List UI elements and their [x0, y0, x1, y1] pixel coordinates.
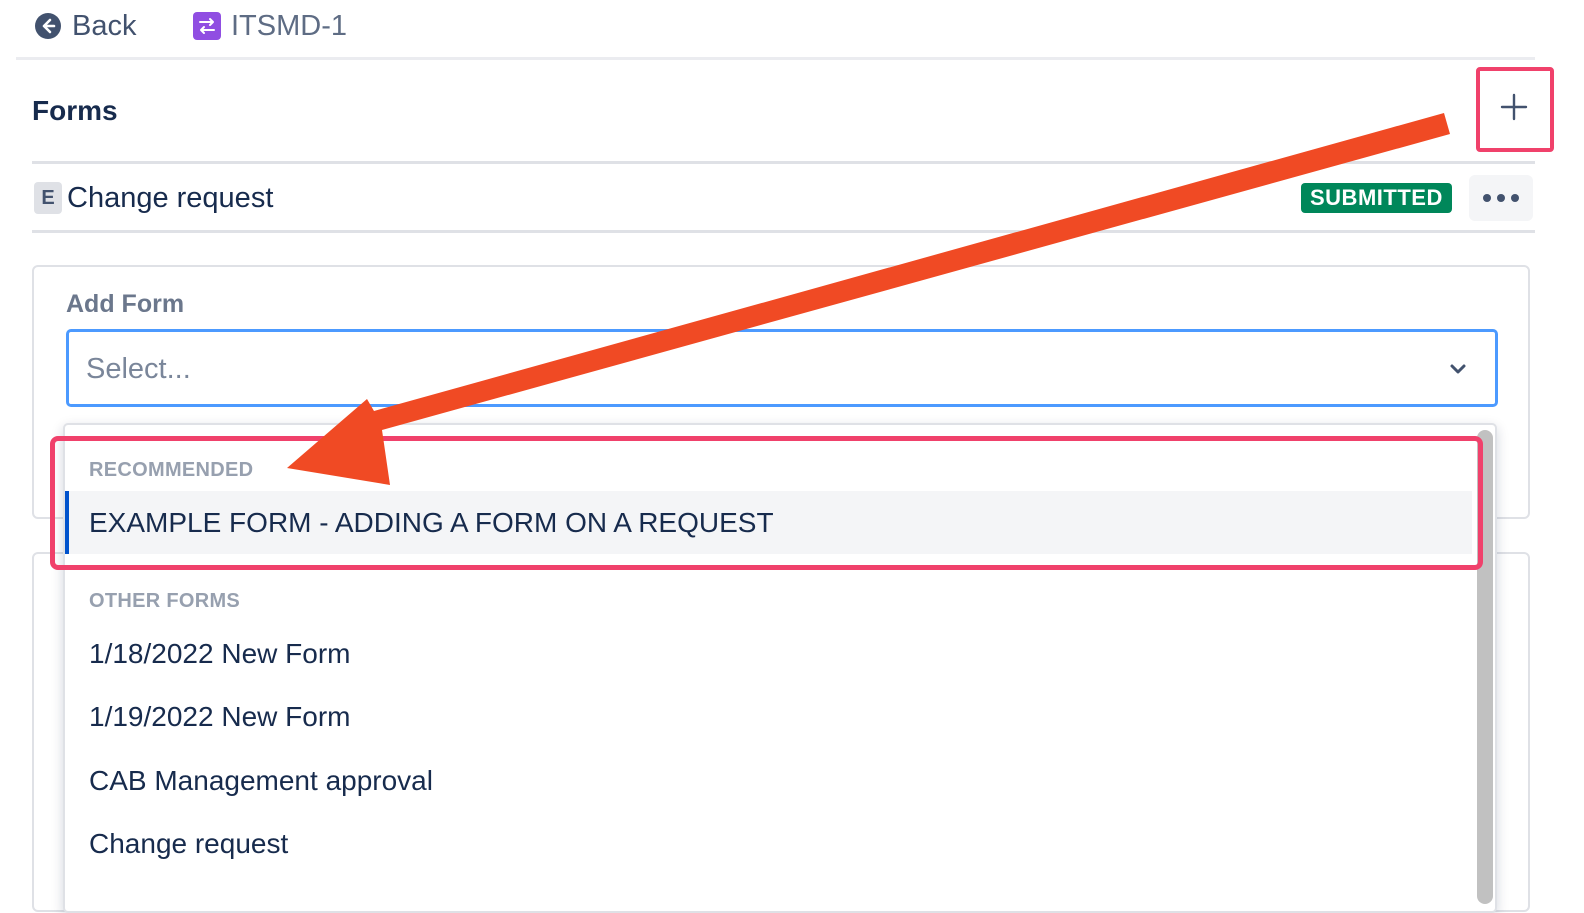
- form-letter-badge: E: [34, 182, 62, 214]
- other-forms-heading: OTHER FORMS: [89, 590, 241, 612]
- option-cab-management-approval[interactable]: CAB Management approval: [89, 764, 433, 798]
- forms-section-title: Forms: [32, 95, 118, 126]
- menu-scrollbar[interactable]: [1477, 430, 1493, 904]
- option-new-form-0119[interactable]: 1/19/2022 New Form: [89, 700, 350, 734]
- forms-divider: [32, 161, 1535, 164]
- row-divider: [32, 230, 1535, 233]
- option-new-form-0118[interactable]: 1/18/2022 New Form: [89, 637, 350, 671]
- select-placeholder: Select...: [86, 353, 191, 385]
- recommended-heading: RECOMMENDED: [89, 459, 254, 481]
- option-example-form[interactable]: EXAMPLE FORM - ADDING A FORM ON A REQUES…: [89, 506, 774, 540]
- change-issue-type-icon: [193, 12, 221, 40]
- attached-form-name[interactable]: Change request: [67, 180, 273, 216]
- more-actions-button[interactable]: [1469, 175, 1533, 221]
- status-badge: SUBMITTED: [1301, 183, 1452, 213]
- more-icon: [1483, 194, 1491, 202]
- issue-key-link[interactable]: ITSMD-1: [231, 8, 347, 44]
- option-change-request[interactable]: Change request: [89, 827, 288, 861]
- highlighted-option-accent: [65, 491, 69, 554]
- add-form-button[interactable]: [1481, 73, 1547, 145]
- back-arrow-icon[interactable]: [34, 12, 62, 40]
- form-select-dropdown[interactable]: Select...: [66, 329, 1498, 407]
- back-link[interactable]: Back: [72, 8, 136, 44]
- top-divider: [16, 57, 1535, 60]
- chevron-down-icon[interactable]: [1447, 358, 1469, 380]
- add-form-label: Add Form: [66, 290, 185, 318]
- plus-icon: [1499, 92, 1529, 127]
